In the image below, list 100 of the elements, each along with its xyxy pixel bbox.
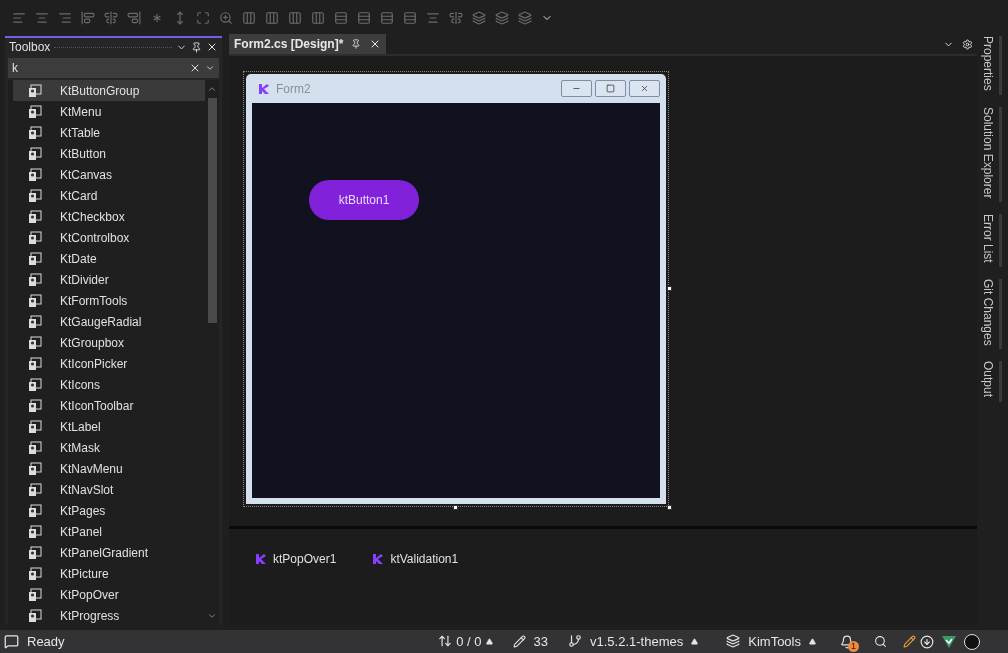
toolbox-item[interactable]: KtNavMenu: [13, 458, 205, 479]
minimize-button[interactable]: [561, 80, 592, 97]
align-bottom-icon[interactable]: [127, 11, 141, 25]
logo-icon: [372, 553, 385, 565]
zoom-icon[interactable]: [219, 11, 233, 25]
toolbox-item[interactable]: KtIconPicker: [13, 353, 205, 374]
rows-icon[interactable]: [380, 11, 394, 25]
repository-selector[interactable]: KimTools: [726, 632, 816, 651]
toolbox-item[interactable]: KtMask: [13, 437, 205, 458]
columns-icon[interactable]: [242, 11, 256, 25]
toolbox-item[interactable]: KtNavSlot: [13, 479, 205, 500]
scroll-down-icon[interactable]: [207, 611, 217, 621]
resize-handle[interactable]: [667, 505, 672, 510]
toolbox-item[interactable]: KtCard: [13, 185, 205, 206]
side-tab[interactable]: Output: [980, 361, 1002, 402]
align-middle-icon[interactable]: [104, 11, 118, 25]
component-icon: [28, 251, 42, 266]
align-right-icon[interactable]: [58, 11, 72, 25]
toolbox-item[interactable]: KtDate: [13, 248, 205, 269]
pen-icon[interactable]: [903, 635, 916, 648]
center-icon[interactable]: [449, 11, 463, 25]
edits-indicator[interactable]: 33: [512, 632, 549, 651]
component-icon: [28, 209, 42, 224]
component-icon: [28, 146, 42, 161]
toolbox-item[interactable]: KtGaugeRadial: [13, 311, 205, 332]
bell-icon[interactable]: [840, 634, 854, 649]
dropdown-icon[interactable]: [205, 63, 215, 73]
layers-icon[interactable]: [472, 11, 486, 25]
rows-icon[interactable]: [334, 11, 348, 25]
pencil-icon: [512, 635, 526, 648]
columns-icon[interactable]: [265, 11, 279, 25]
align-top-icon[interactable]: [81, 11, 95, 25]
toolbox-item[interactable]: KtFormTools: [13, 290, 205, 311]
toolbox-item[interactable]: KtIcons: [13, 374, 205, 395]
align-center-icon[interactable]: [35, 11, 49, 25]
window-title: Form2: [276, 80, 311, 97]
toolbox-item[interactable]: KtDivider: [13, 269, 205, 290]
side-tab[interactable]: Error List: [980, 214, 1002, 267]
rows-icon[interactable]: [357, 11, 371, 25]
pin-icon[interactable]: [351, 39, 362, 49]
center-icon[interactable]: [426, 11, 440, 25]
document-tab[interactable]: Form2.cs [Design]*: [229, 34, 387, 54]
component-icon: [28, 545, 42, 560]
component-icon: [28, 377, 42, 392]
settings-icon[interactable]: [962, 39, 973, 50]
account-avatar[interactable]: [964, 633, 980, 650]
component-icon: [28, 83, 42, 98]
toolbox-item[interactable]: KtButtonGroup: [13, 80, 205, 101]
side-tab[interactable]: Properties: [980, 36, 1002, 95]
component-icon: [28, 188, 42, 203]
layers-icon[interactable]: [518, 11, 532, 25]
component-icon: [28, 566, 42, 581]
toolbox-item[interactable]: KtGroupbox: [13, 332, 205, 353]
close-icon[interactable]: [206, 41, 218, 53]
component-icon: [28, 419, 42, 434]
side-tab[interactable]: Solution Explorer: [980, 106, 1002, 203]
component-icon: [28, 461, 42, 476]
tray-component[interactable]: ktPopOver1: [255, 551, 337, 567]
scroll-up-icon[interactable]: [207, 84, 217, 94]
logo-icon: [255, 553, 267, 565]
toolbox-item[interactable]: KtLabel: [13, 416, 205, 437]
search-icon[interactable]: [874, 635, 887, 648]
resize-handle[interactable]: [453, 505, 458, 510]
columns-icon[interactable]: [311, 11, 325, 25]
toolbox-item[interactable]: KtPages: [13, 500, 205, 521]
toolbox-item[interactable]: KtIconToolbar: [13, 395, 205, 416]
tray-component[interactable]: ktValidation1: [372, 551, 459, 567]
toolbox-item[interactable]: KtPicture: [13, 563, 205, 584]
toolbox-item[interactable]: KtCanvas: [13, 164, 205, 185]
caret-icon: [809, 638, 816, 645]
caret-icon: [691, 638, 699, 645]
logo-icon: [258, 82, 270, 95]
pill-button[interactable]: ktButton1: [309, 180, 419, 220]
resize-handle[interactable]: [667, 286, 672, 291]
toolbox-item[interactable]: KtMenu: [13, 101, 205, 122]
pin-icon[interactable]: [191, 41, 202, 53]
rows-icon[interactable]: [403, 11, 417, 25]
toolbox-item[interactable]: KtPanelGradient: [13, 542, 205, 563]
align-left-icon[interactable]: [12, 11, 26, 25]
clear-icon[interactable]: [189, 62, 201, 74]
toolbox-item[interactable]: KtButton: [13, 143, 205, 164]
component-icon: [28, 293, 42, 308]
close-button[interactable]: [629, 80, 660, 97]
toolbox-item[interactable]: KtCheckbox: [13, 206, 205, 227]
toolbox-item[interactable]: KtProgress: [13, 605, 205, 626]
toolbox-item[interactable]: KtPopOver: [13, 584, 205, 605]
resize-icon[interactable]: [196, 11, 210, 25]
layers-icon[interactable]: [495, 11, 509, 25]
branch-selector[interactable]: v1.5.2.1-themes: [568, 632, 699, 651]
checkmark-icon[interactable]: [942, 635, 956, 648]
download-icon[interactable]: [920, 634, 934, 649]
search-box[interactable]: k: [8, 58, 219, 78]
asterisk-icon[interactable]: [150, 11, 164, 25]
toolbox-item[interactable]: KtPanel: [13, 521, 205, 542]
columns-icon[interactable]: [288, 11, 302, 25]
changes-indicator[interactable]: 0 / 0: [438, 632, 493, 651]
toolbox-item[interactable]: KtTable: [13, 122, 205, 143]
toolbox-item[interactable]: KtControlbox: [13, 227, 205, 248]
maximize-button[interactable]: [595, 80, 626, 97]
side-tab[interactable]: Git Changes: [980, 278, 1002, 350]
